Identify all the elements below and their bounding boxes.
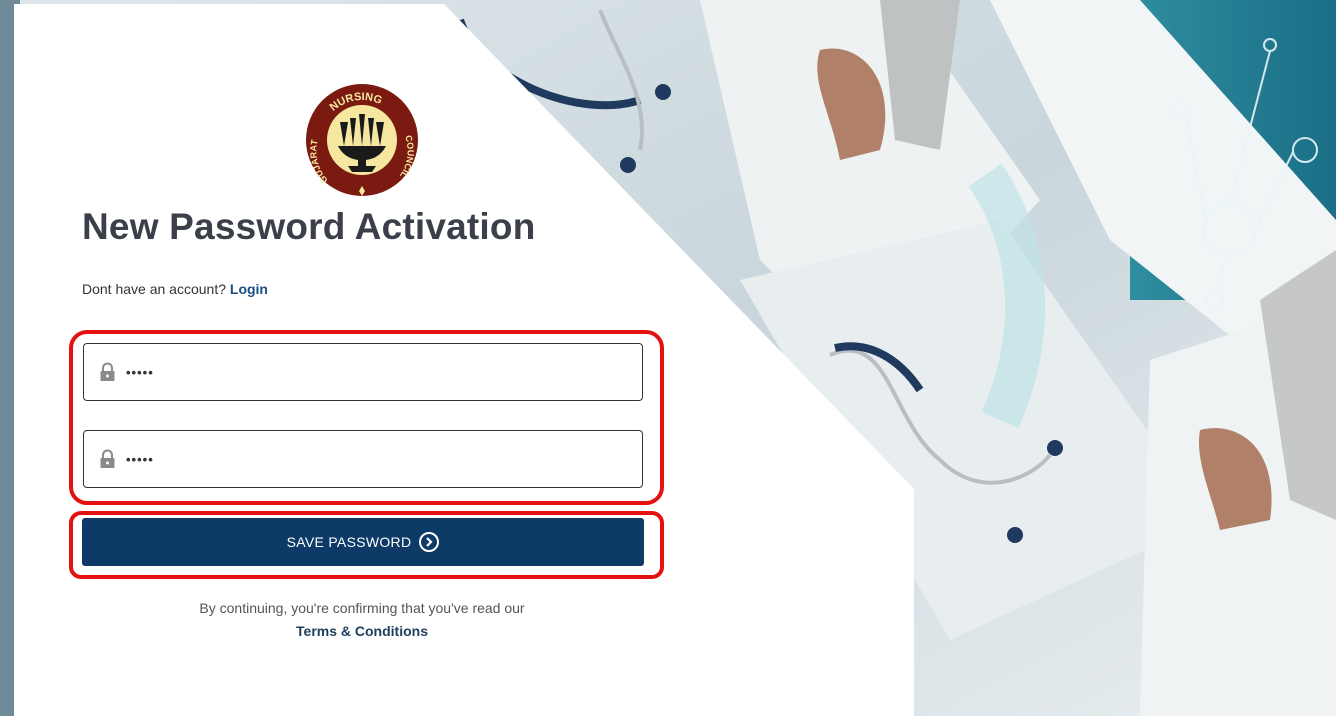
confirm-password-value: ••••• [126, 451, 154, 467]
chevron-right-circle-icon [419, 532, 440, 552]
new-password-field[interactable]: ••••• [83, 343, 643, 401]
signup-prompt-text: Dont have an account? [82, 281, 226, 297]
lock-icon [100, 449, 115, 468]
gujarat-nursing-council-logo: NURSING GUJARAT COUNCIL [306, 84, 418, 196]
terms-consent: By continuing, you're confirming that yo… [82, 597, 642, 643]
page-title: New Password Activation [82, 206, 536, 247]
save-password-button[interactable]: SAVE PASSWORD [82, 518, 644, 566]
new-password-value: ••••• [126, 364, 154, 380]
login-link[interactable]: Login [230, 281, 268, 297]
lock-icon [100, 362, 115, 381]
consent-text: By continuing, you're confirming that yo… [199, 600, 525, 616]
signup-prompt: Dont have an account? Login [82, 281, 268, 297]
save-password-label: SAVE PASSWORD [286, 534, 412, 550]
terms-link[interactable]: Terms & Conditions [296, 623, 428, 639]
confirm-password-field[interactable]: ••••• [83, 430, 643, 488]
